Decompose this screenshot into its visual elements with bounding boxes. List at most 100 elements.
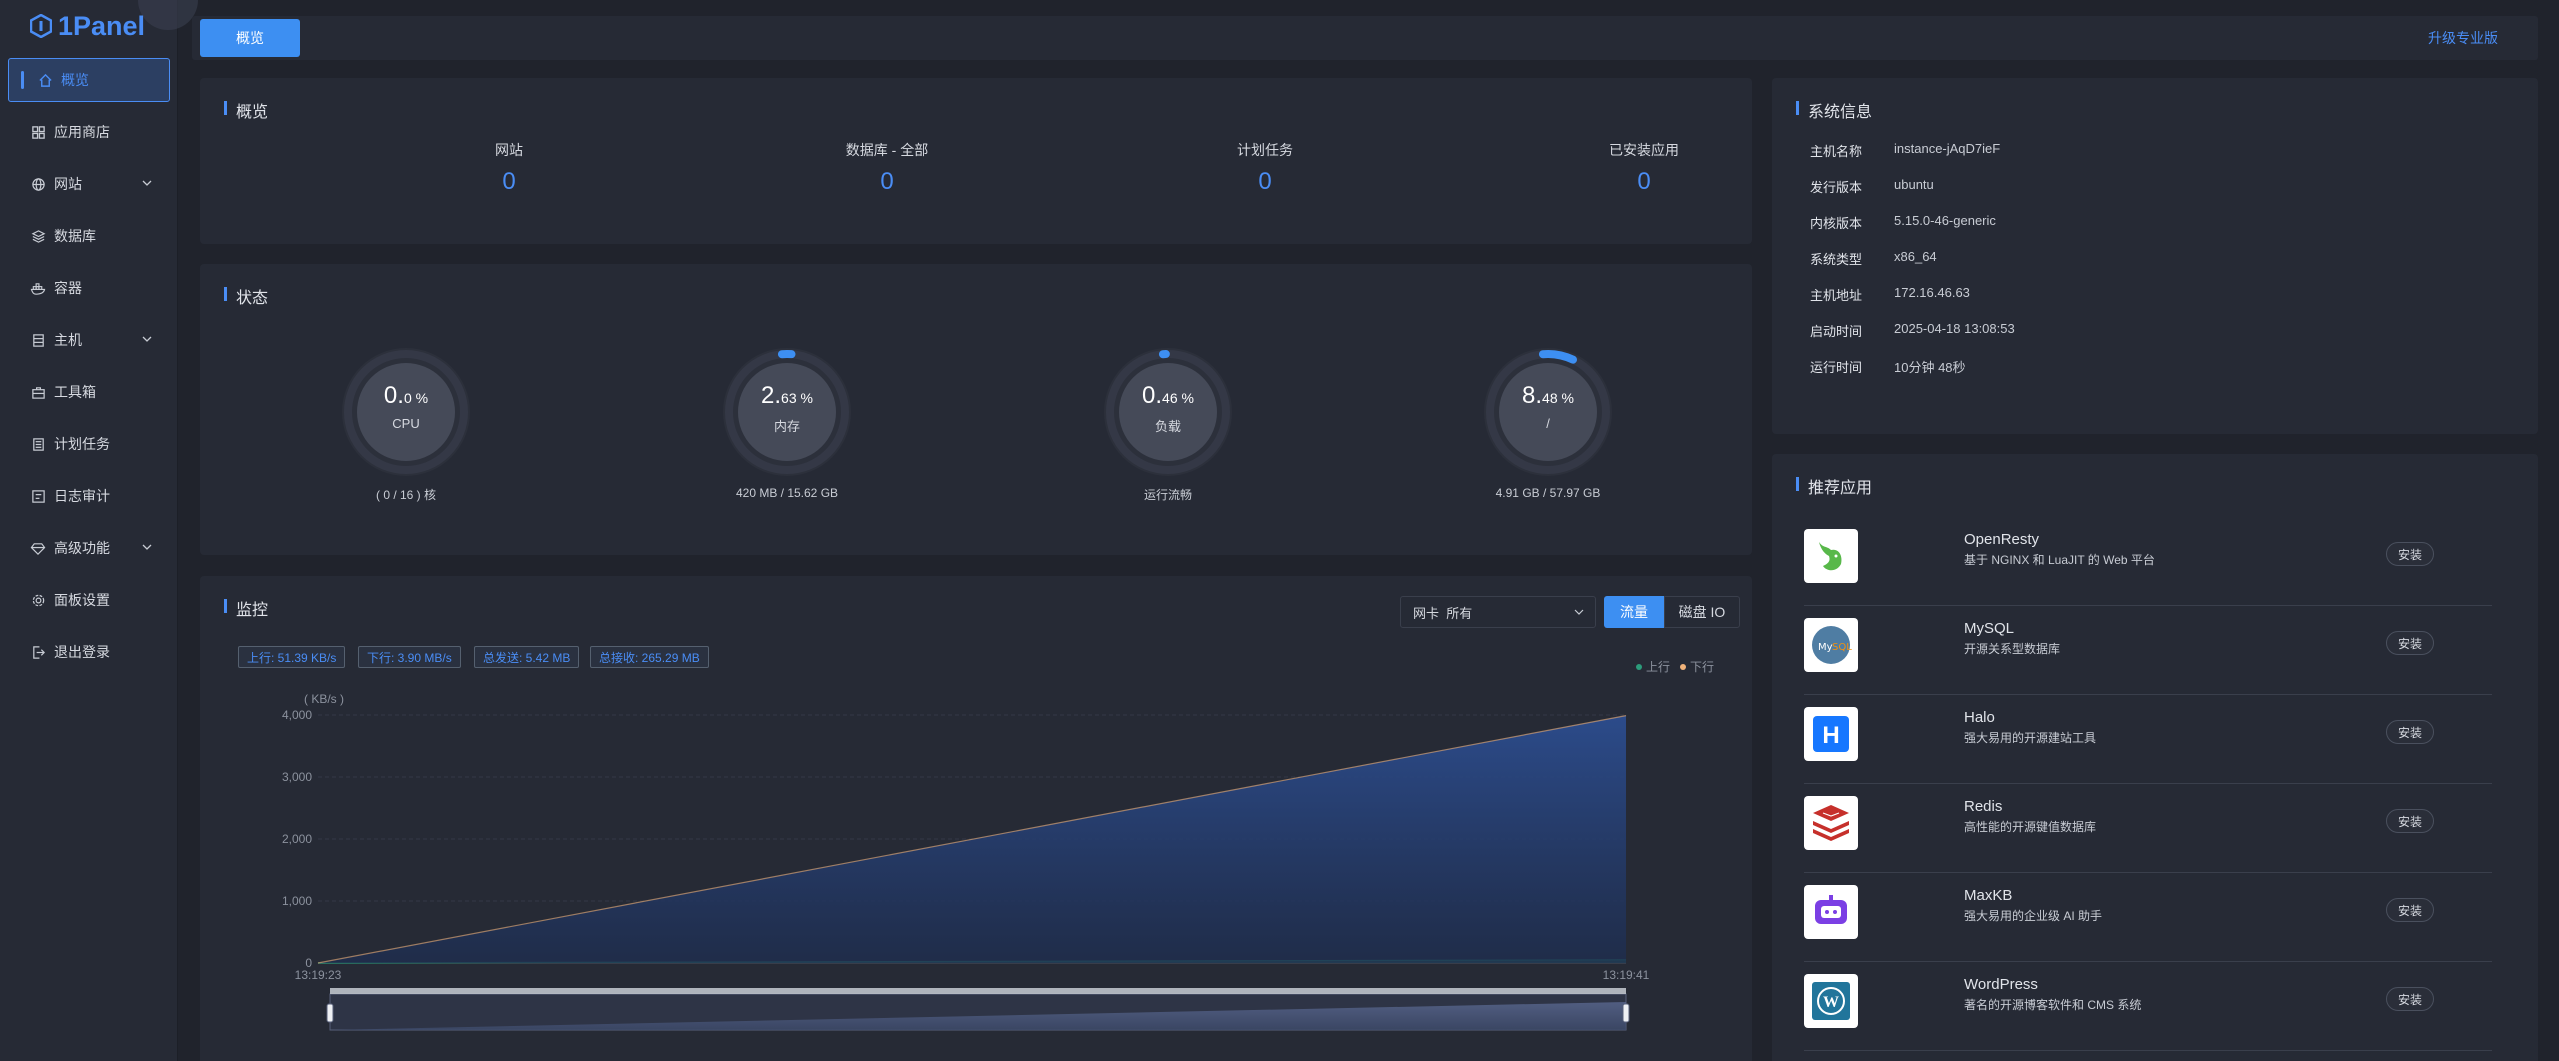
app-name: MaxKB xyxy=(1964,887,2013,904)
overview-databases[interactable]: 数据库 - 全部 0 xyxy=(787,140,987,196)
gauge-value-int: 2. xyxy=(761,382,782,409)
install-button[interactable]: 安装 xyxy=(2386,720,2434,744)
gauge-value-int: 8. xyxy=(1522,382,1543,409)
overview-value: 0 xyxy=(1637,168,1651,195)
upgrade-pro-link[interactable]: 升级专业版 xyxy=(2428,28,2498,48)
install-button[interactable]: 安装 xyxy=(2386,987,2434,1011)
sysinfo-key: 启动时间 xyxy=(1810,324,1863,339)
gauge-text: 8.48 % / xyxy=(1478,382,1618,431)
load-gauge[interactable]: 0.46 % 负载 xyxy=(1098,342,1238,482)
gauge-text: 0.0 % CPU xyxy=(336,382,476,431)
overview-value: 0 xyxy=(880,168,894,195)
sidebar-item-label: 面板设置 xyxy=(54,592,110,608)
sysinfo-value: instance-jAqD7ieF xyxy=(1894,141,2001,156)
overview-value: 0 xyxy=(502,168,516,195)
sysinfo-value: 2025-04-18 13:08:53 xyxy=(1894,321,2015,336)
redis-icon[interactable] xyxy=(1804,796,1858,850)
sysinfo-key: 运行时间 xyxy=(1810,360,1863,375)
overview-label: 网站 xyxy=(495,142,523,158)
install-button[interactable]: 安装 xyxy=(2386,631,2434,655)
install-button[interactable]: 安装 xyxy=(2386,809,2434,833)
overview-label: 已安装应用 xyxy=(1609,142,1679,158)
gauge-name: CPU xyxy=(392,416,420,431)
sidebar-item-label: 计划任务 xyxy=(54,436,110,452)
sidebar-item-logout[interactable]: 退出登录 xyxy=(8,630,170,674)
y-tick-label: 4,000 xyxy=(282,708,312,722)
sidebar-item-database[interactable]: 数据库 xyxy=(8,214,170,258)
sidebar-item-container[interactable]: 容器 xyxy=(8,266,170,310)
sysinfo-value: 172.16.46.63 xyxy=(1894,285,1970,300)
install-button[interactable]: 安装 xyxy=(2386,542,2434,566)
logo-decoration xyxy=(138,0,198,30)
gauge-value-dec: 46 % xyxy=(1162,390,1194,406)
sidebar-item-label: 容器 xyxy=(54,280,82,296)
gauge-value: 0.46 % xyxy=(1098,382,1238,410)
svg-text:W: W xyxy=(1823,994,1839,1011)
chevron-down-icon xyxy=(142,336,152,342)
app-row[interactable]: MaxKB 强大易用的企业级 AI 助手 安装 xyxy=(1804,873,2492,962)
sidebar-item-overview[interactable]: 概览 xyxy=(8,58,170,102)
app-row[interactable]: H Halo 强大易用的开源建站工具 安装 xyxy=(1804,695,2492,784)
overview-apps[interactable]: 已安装应用 0 xyxy=(1544,140,1744,196)
system-info-card: 系统信息 主机名称 instance-jAqD7ieF 发行版本 ubuntu 内核版本… xyxy=(1772,78,2538,434)
sysinfo-value: x86_64 xyxy=(1894,249,1937,264)
gauge-value: 0.0 % xyxy=(336,382,476,410)
sidebar-item-toolbox[interactable]: 工具箱 xyxy=(8,370,170,414)
openresty-icon[interactable] xyxy=(1804,529,1858,583)
gauge-text: 0.46 % 负载 xyxy=(1098,382,1238,435)
gauge-text: 2.63 % 内存 xyxy=(717,382,857,435)
traffic-chart[interactable]: 01,0002,0003,0004,000( KB/s )13:19:23 13:… xyxy=(200,576,1700,1046)
mysql-icon[interactable]: My SQL xyxy=(1804,618,1858,672)
app-name: OpenResty xyxy=(1964,531,2040,548)
log-icon xyxy=(30,488,46,504)
server-icon xyxy=(30,332,46,348)
tab-overview[interactable]: 概览 xyxy=(200,19,300,57)
logo-hexagon-icon xyxy=(30,14,52,38)
sidebar-item-cron[interactable]: 计划任务 xyxy=(8,422,170,466)
svg-text:My: My xyxy=(1818,642,1833,653)
sidebar-item-host[interactable]: 主机 xyxy=(8,318,170,362)
app-logo[interactable]: 1Panel xyxy=(30,8,145,44)
overview-label: 计划任务 xyxy=(1237,142,1293,158)
sidebar-item-label: 数据库 xyxy=(54,228,96,244)
cpu-gauge[interactable]: 0.0 % CPU xyxy=(336,342,476,482)
y-tick-label: 3,000 xyxy=(282,770,312,784)
sidebar-item-advanced[interactable]: 高级功能 xyxy=(8,526,170,570)
install-button[interactable]: 安装 xyxy=(2386,898,2434,922)
status-card: 状态 0.0 % CPU ( 0 / 16 ) 核 2.63 % 内存 420 MB… xyxy=(200,264,1752,555)
memory-gauge[interactable]: 2.63 % 内存 xyxy=(717,342,857,482)
sidebar-item-label: 日志审计 xyxy=(54,488,110,504)
toolbox-icon xyxy=(30,384,46,400)
y-tick-label: 2,000 xyxy=(282,832,312,846)
wordpress-icon[interactable]: W xyxy=(1804,974,1858,1028)
gauge-name: / xyxy=(1546,416,1550,431)
overview-cron[interactable]: 计划任务 0 xyxy=(1165,140,1365,196)
sidebar-item-website[interactable]: 网站 xyxy=(8,162,170,206)
disk-gauge[interactable]: 8.48 % / xyxy=(1478,342,1618,482)
gauge-value-dec: 63 % xyxy=(781,390,813,406)
sidebar-menu: 概览 应用商店 网站 数据库 容器 主机 工具箱 计划任务 日志审计 高级功能 … xyxy=(0,58,178,682)
app-row[interactable]: Redis 高性能的开源键值数据库 安装 xyxy=(1804,784,2492,873)
sidebar-item-app-store[interactable]: 应用商店 xyxy=(8,110,170,154)
app-description: 开源关系型数据库 xyxy=(1964,642,2061,656)
halo-icon[interactable]: H xyxy=(1804,707,1858,761)
app-row[interactable]: W WordPress 著名的开源博客软件和 CMS 系统 安装 xyxy=(1804,962,2492,1051)
x-tick-label: 13:19:23 xyxy=(295,968,342,982)
x-tick-label: 13:19:41 xyxy=(1603,968,1650,982)
sidebar-item-settings[interactable]: 面板设置 xyxy=(8,578,170,622)
app-name: WordPress xyxy=(1964,976,2038,993)
svg-text:SQL: SQL xyxy=(1832,642,1852,653)
app-row[interactable]: OpenResty 基于 NGINX 和 LuaJIT 的 Web 平台 安装 xyxy=(1804,517,2492,606)
monitor-card: 监控 网卡 所有 流量 磁盘 IO 上行: 51.39 KB/s 下行: 3.9… xyxy=(200,576,1752,1061)
recommended-apps-card: 推荐应用 OpenResty 基于 NGINX 和 LuaJIT 的 Web 平台… xyxy=(1772,454,2538,1061)
zoom-handle-right xyxy=(1622,1003,1630,1023)
sidebar: 1Panel 概览 应用商店 网站 数据库 容器 主机 工具箱 计划任务 日志审… xyxy=(0,0,198,1061)
cpu-sub: ( 0 / 16 ) 核 xyxy=(375,488,437,502)
app-row[interactable]: My SQL MySQL 开源关系型数据库 安装 xyxy=(1804,606,2492,695)
gauge-value-dec: 0 % xyxy=(403,390,429,406)
maxkb-icon[interactable] xyxy=(1804,885,1858,939)
sidebar-item-logs[interactable]: 日志审计 xyxy=(8,474,170,518)
zoom-slider-bar xyxy=(330,988,1626,994)
overview-websites[interactable]: 网站 0 xyxy=(409,140,609,196)
globe-icon xyxy=(30,176,46,192)
